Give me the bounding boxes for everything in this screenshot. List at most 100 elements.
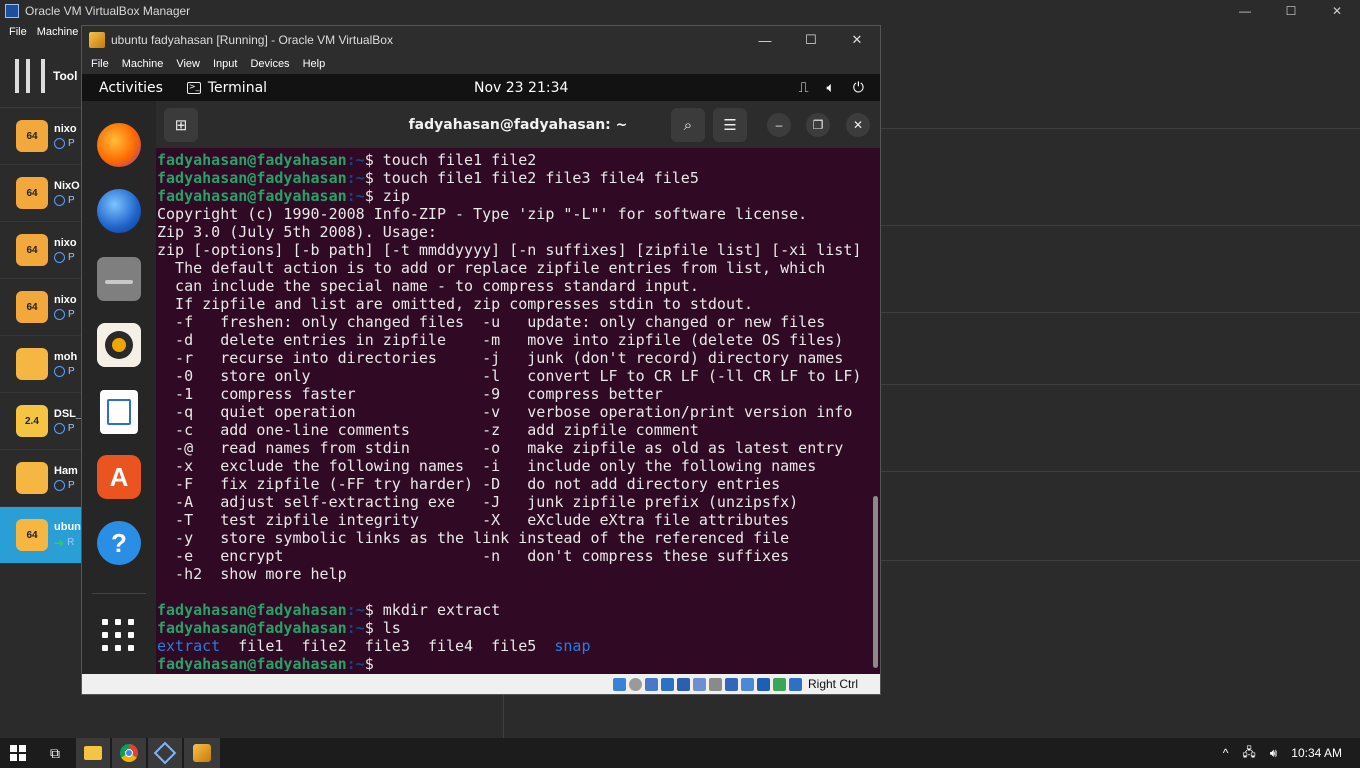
- cpu-icon[interactable]: [772, 677, 786, 691]
- terminal-line: -T test zipfile integrity -X eXclude eXt…: [157, 511, 790, 529]
- rhythmbox-icon[interactable]: [97, 323, 141, 367]
- vm-list-item[interactable]: 64 NixO P: [0, 165, 82, 222]
- terminal-restore-button[interactable]: ❐: [806, 113, 830, 137]
- terminal-line: -x exclude the following names -i includ…: [157, 457, 817, 475]
- terminal-line: -A adjust self-extracting exe -J junk zi…: [157, 493, 799, 511]
- chrome-icon[interactable]: [112, 738, 146, 768]
- vm-name: Ham: [54, 465, 78, 477]
- terminal-line: fadyahasan@fadyahasan:~$ touch file1 fil…: [157, 151, 871, 169]
- vm-window-title: ubuntu fadyahasan [Running] - Oracle VM …: [111, 33, 393, 47]
- network-icon: ⎍: [798, 79, 809, 96]
- manager-close-button[interactable]: ✕: [1314, 0, 1360, 22]
- display-icon[interactable]: [708, 677, 722, 691]
- task-view-icon[interactable]: ⧉: [38, 738, 72, 768]
- vm-menu-input[interactable]: Input: [213, 58, 237, 70]
- vm-list-item[interactable]: moh P: [0, 336, 82, 393]
- clipboard-icon[interactable]: [756, 677, 770, 691]
- prompt-user: fadyahasan@fadyahasan: [157, 151, 347, 169]
- terminal-minimize-button[interactable]: –: [767, 113, 791, 137]
- vm-info: nixo P: [54, 237, 77, 263]
- vm-list-item[interactable]: 64 nixo P: [0, 279, 82, 336]
- terminal-line: -h2 show more help: [157, 565, 347, 583]
- virtualbox-icon[interactable]: [148, 738, 182, 768]
- vm-running-icon[interactable]: [184, 738, 220, 768]
- terminal-close-button[interactable]: ✕: [846, 113, 870, 137]
- prompt-user: fadyahasan@fadyahasan: [157, 655, 347, 671]
- vm-minimize-button[interactable]: —: [742, 26, 788, 54]
- network-adapter-icon[interactable]: [660, 677, 674, 691]
- vm-menu-file[interactable]: File: [91, 58, 109, 70]
- help-icon[interactable]: ?: [97, 521, 141, 565]
- manager-menu-file[interactable]: File: [9, 26, 27, 38]
- dock-separator: [92, 593, 146, 594]
- file-entry: file3: [364, 637, 410, 655]
- drag-drop-icon[interactable]: [740, 677, 754, 691]
- vm-menu-view[interactable]: View: [176, 58, 200, 70]
- shared-folders-icon[interactable]: [692, 677, 706, 691]
- tools-item[interactable]: Tool: [0, 44, 82, 108]
- vm-list-item[interactable]: 2.4 DSL_ P: [0, 393, 82, 450]
- thunderbird-icon[interactable]: [97, 189, 141, 233]
- optical-drive-icon[interactable]: [628, 677, 642, 691]
- activities-button[interactable]: Activities: [99, 80, 163, 96]
- terminal-line: If zipfile and list are omitted, zip com…: [157, 295, 754, 313]
- manager-title: Oracle VM VirtualBox Manager: [25, 4, 191, 18]
- vm-menu-help[interactable]: Help: [303, 58, 326, 70]
- audio-icon[interactable]: [644, 677, 658, 691]
- vm-list-item[interactable]: 64 ubun ➜ R: [0, 507, 82, 564]
- vm-os-icon: 64: [16, 120, 48, 152]
- mouse-integration-icon[interactable]: [788, 677, 802, 691]
- recording-icon[interactable]: [724, 677, 738, 691]
- vm-os-icon: 2.4: [16, 405, 48, 437]
- windows-start-icon[interactable]: [0, 738, 36, 768]
- system-tray: ^ 🖧︎ 🔊︎ 10:34 AM: [1223, 738, 1342, 768]
- app-menu[interactable]: >_ Terminal: [186, 80, 267, 96]
- volume-tray-icon[interactable]: 🔊︎: [1270, 746, 1278, 761]
- manager-maximize-button[interactable]: ☐: [1268, 0, 1314, 22]
- vm-list-item[interactable]: 64 nixo P: [0, 222, 82, 279]
- gnome-topbar: Activities >_ Terminal Nov 23 21:34 ⎍ 🔈︎…: [82, 74, 880, 101]
- firefox-icon[interactable]: [97, 123, 141, 167]
- terminal-scrollbar[interactable]: [873, 496, 878, 668]
- hamburger-menu-button[interactable]: ☰: [713, 108, 747, 142]
- vm-titlebar: ubuntu fadyahasan [Running] - Oracle VM …: [82, 26, 880, 54]
- vm-list-item[interactable]: Ham P: [0, 450, 82, 507]
- vm-name: NixO: [54, 180, 80, 192]
- host-key-label[interactable]: Right Ctrl: [808, 677, 858, 691]
- vm-info: ubun ➜ R: [54, 521, 81, 550]
- new-tab-button[interactable]: ⊞: [164, 108, 198, 142]
- search-button[interactable]: ⌕: [671, 108, 705, 142]
- manager-menu-machine[interactable]: Machine: [37, 26, 79, 38]
- system-menu[interactable]: ⎍ 🔈︎ ⏻: [799, 80, 864, 96]
- manager-minimize-button[interactable]: —: [1222, 0, 1268, 22]
- vm-menu-devices[interactable]: Devices: [250, 58, 289, 70]
- file-explorer-icon[interactable]: [76, 738, 110, 768]
- terminal-line: Copyright (c) 1990-2008 Info-ZIP - Type …: [157, 205, 808, 223]
- terminal-output[interactable]: fadyahasan@fadyahasan:~$ touch file1 fil…: [157, 151, 871, 671]
- terminal-line: zip [-options] [-b path] [-t mmddyyyy] […: [157, 241, 862, 259]
- software-icon[interactable]: A: [97, 455, 141, 499]
- vm-close-button[interactable]: ✕: [834, 26, 880, 54]
- network-tray-icon[interactable]: 🖧︎: [1242, 743, 1255, 764]
- show-hidden-icons-icon[interactable]: ^: [1223, 746, 1229, 760]
- vm-maximize-button[interactable]: ☐: [788, 26, 834, 54]
- taskbar-clock[interactable]: 10:34 AM: [1291, 746, 1342, 760]
- usb-icon[interactable]: [676, 677, 690, 691]
- powered-off-icon: [54, 138, 65, 149]
- powered-off-icon: [54, 309, 65, 320]
- files-icon[interactable]: [97, 257, 141, 301]
- writer-icon[interactable]: [100, 390, 138, 434]
- vm-state-label: P: [68, 480, 75, 491]
- terminal-line: fadyahasan@fadyahasan:~$: [157, 655, 871, 671]
- vm-menu-machine[interactable]: Machine: [122, 58, 164, 70]
- virtualbox-app-icon: [5, 4, 19, 18]
- hard-disk-icon[interactable]: [612, 677, 626, 691]
- vm-name: moh: [54, 351, 78, 363]
- vm-menubar: File Machine View Input Devices Help: [82, 54, 880, 74]
- terminal-line: -f freshen: only changed files -u update…: [157, 313, 826, 331]
- prompt-path: :~: [346, 655, 365, 671]
- show-apps-button[interactable]: [102, 619, 134, 651]
- vm-state: P: [54, 480, 78, 491]
- clock[interactable]: Nov 23 21:34: [474, 80, 568, 96]
- vm-list-item[interactable]: 64 nixo P: [0, 108, 82, 165]
